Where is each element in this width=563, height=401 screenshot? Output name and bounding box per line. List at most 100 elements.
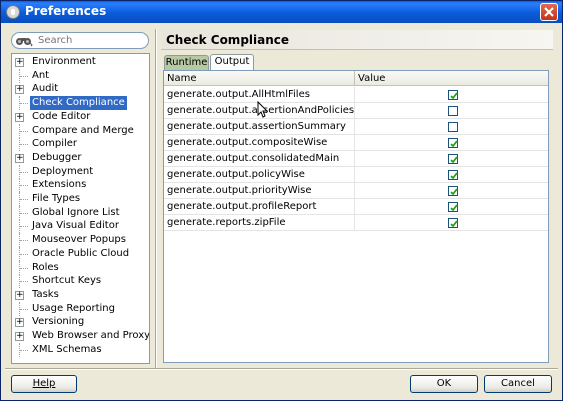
tree-item-label: Java Visual Editor <box>32 220 119 232</box>
tree-item[interactable]: Ant <box>12 68 149 83</box>
tree-item-label: Check Compliance <box>30 96 127 111</box>
column-header-value[interactable]: Value <box>355 71 548 86</box>
properties-table: Name Value generate.output.AllHtmlFiles g… <box>163 70 549 363</box>
tree-item[interactable]: + Debugger <box>12 151 149 165</box>
tree-connector <box>20 130 28 132</box>
tree-item[interactable]: File Types <box>12 192 149 206</box>
binoculars-icon <box>16 38 33 47</box>
tree-item-label: File Types <box>32 193 81 204</box>
tree-item[interactable]: + Code Editor <box>12 110 149 124</box>
tree-item-label: Usage Reporting <box>32 302 115 314</box>
tab-output[interactable]: Output <box>210 54 254 71</box>
table-row[interactable]: generate.output.priorityWise <box>164 183 548 199</box>
tree-item-label: Web Browser and Proxy <box>32 330 150 341</box>
title-bar[interactable]: Preferences <box>1 1 562 23</box>
tree-item[interactable]: XML Schemas <box>12 342 149 357</box>
tree-item-label: Debugger <box>32 151 82 163</box>
property-name: generate.reports.zipFile <box>164 215 355 231</box>
table-row[interactable]: generate.output.profileReport <box>164 199 548 215</box>
mouse-cursor-icon <box>257 101 269 118</box>
tree-item[interactable]: Java Visual Editor <box>12 219 149 234</box>
tree-item[interactable]: Extensions <box>12 178 149 193</box>
tree-item[interactable]: + Versioning <box>12 315 149 329</box>
ok-button[interactable]: OK <box>410 375 478 393</box>
tree-item-label: Global Ignore List <box>32 206 120 218</box>
tree-connector <box>20 253 28 255</box>
cancel-button[interactable]: Cancel <box>484 375 552 393</box>
value-checkbox[interactable] <box>448 218 458 228</box>
tree-item-label: Tasks <box>32 288 59 300</box>
tree-item-label: Code Editor <box>32 110 91 122</box>
tree-item[interactable]: Compiler <box>12 137 149 152</box>
property-name: generate.output.priorityWise <box>164 183 355 199</box>
value-checkbox[interactable] <box>448 122 458 132</box>
tree-item[interactable]: + Tasks <box>12 288 149 302</box>
table-row[interactable]: generate.output.compositeWise <box>164 135 548 151</box>
tree-connector <box>20 103 28 105</box>
search-input[interactable] <box>36 34 144 47</box>
table-row[interactable]: generate.reports.zipFile <box>164 215 548 231</box>
tree-item-label: Environment <box>32 56 96 67</box>
table-row[interactable]: generate.output.consolidatedMain <box>164 151 548 167</box>
tree-item[interactable]: Mouseover Popups <box>12 233 149 248</box>
tree-item[interactable]: Usage Reporting <box>12 301 149 316</box>
value-checkbox[interactable] <box>448 186 458 196</box>
expand-icon[interactable]: + <box>15 153 24 163</box>
tree-item-label: Compiler <box>32 138 78 150</box>
window-title: Preferences <box>25 4 107 18</box>
tree-item-label: Deployment <box>32 165 94 177</box>
tree-item-label: Audit <box>32 83 59 95</box>
expand-icon[interactable]: + <box>15 332 24 341</box>
tab-runtime[interactable]: Runtime <box>164 55 209 71</box>
value-checkbox[interactable] <box>448 170 458 180</box>
app-icon <box>6 5 20 19</box>
value-checkbox[interactable] <box>448 106 458 116</box>
tree-item-label: Oracle Public Cloud <box>32 247 130 259</box>
table-row[interactable]: generate.output.assertionSummary <box>164 119 548 135</box>
value-checkbox[interactable] <box>448 202 458 212</box>
tree-item-label: Extensions <box>32 179 87 191</box>
value-checkbox[interactable] <box>448 138 458 148</box>
tree-item[interactable]: + Audit <box>12 82 149 96</box>
footer-divider <box>5 368 558 370</box>
tree-connector <box>20 212 28 214</box>
tree-item-label: Versioning <box>32 316 85 328</box>
tree-item[interactable]: Shortcut Keys <box>12 274 149 289</box>
tree-item[interactable]: + Environment <box>12 55 149 69</box>
tree-connector <box>20 308 28 310</box>
help-button[interactable]: Help <box>11 375 77 393</box>
tree-item-label: Shortcut Keys <box>32 275 102 287</box>
tree-item[interactable]: Roles <box>12 260 149 275</box>
tree-connector <box>20 144 28 146</box>
tree-item[interactable]: + Web Browser and Proxy <box>12 329 149 343</box>
value-checkbox[interactable] <box>448 90 458 100</box>
column-header-name[interactable]: Name <box>164 71 355 86</box>
tree-item[interactable]: Global Ignore List <box>12 205 149 220</box>
tree-item-label: Ant <box>32 69 50 81</box>
tree-connector <box>20 199 28 200</box>
page-header: Check Compliance <box>161 30 553 50</box>
checkmark-icon <box>450 220 458 228</box>
search-box[interactable] <box>11 32 149 49</box>
tree-item[interactable]: Check Compliance <box>12 96 149 111</box>
checkmark-icon <box>450 140 458 148</box>
tree-item-label: Mouseover Popups <box>32 234 126 246</box>
tree-item[interactable]: Oracle Public Cloud <box>12 246 149 261</box>
value-checkbox[interactable] <box>448 154 458 164</box>
panel-splitter[interactable] <box>155 29 157 368</box>
expand-icon[interactable]: + <box>15 58 24 67</box>
tree-item[interactable]: Compare and Merge <box>12 123 149 138</box>
table-row[interactable]: generate.output.AllHtmlFiles <box>164 87 548 103</box>
table-row[interactable]: generate.output.assertionAndPoliciesHtml <box>164 103 548 119</box>
property-name: generate.output.consolidatedMain <box>164 151 355 167</box>
expand-icon[interactable]: + <box>15 112 24 122</box>
table-row[interactable]: generate.output.policyWise <box>164 167 548 183</box>
expand-icon[interactable]: + <box>15 318 24 328</box>
tree-item-label: XML Schemas <box>32 343 102 355</box>
expand-icon[interactable]: + <box>15 85 24 95</box>
tree-connector <box>20 349 28 351</box>
tree-item[interactable]: Deployment <box>12 164 149 179</box>
property-name: generate.output.compositeWise <box>164 135 355 151</box>
close-button[interactable] <box>540 3 558 21</box>
expand-icon[interactable]: + <box>15 290 24 300</box>
